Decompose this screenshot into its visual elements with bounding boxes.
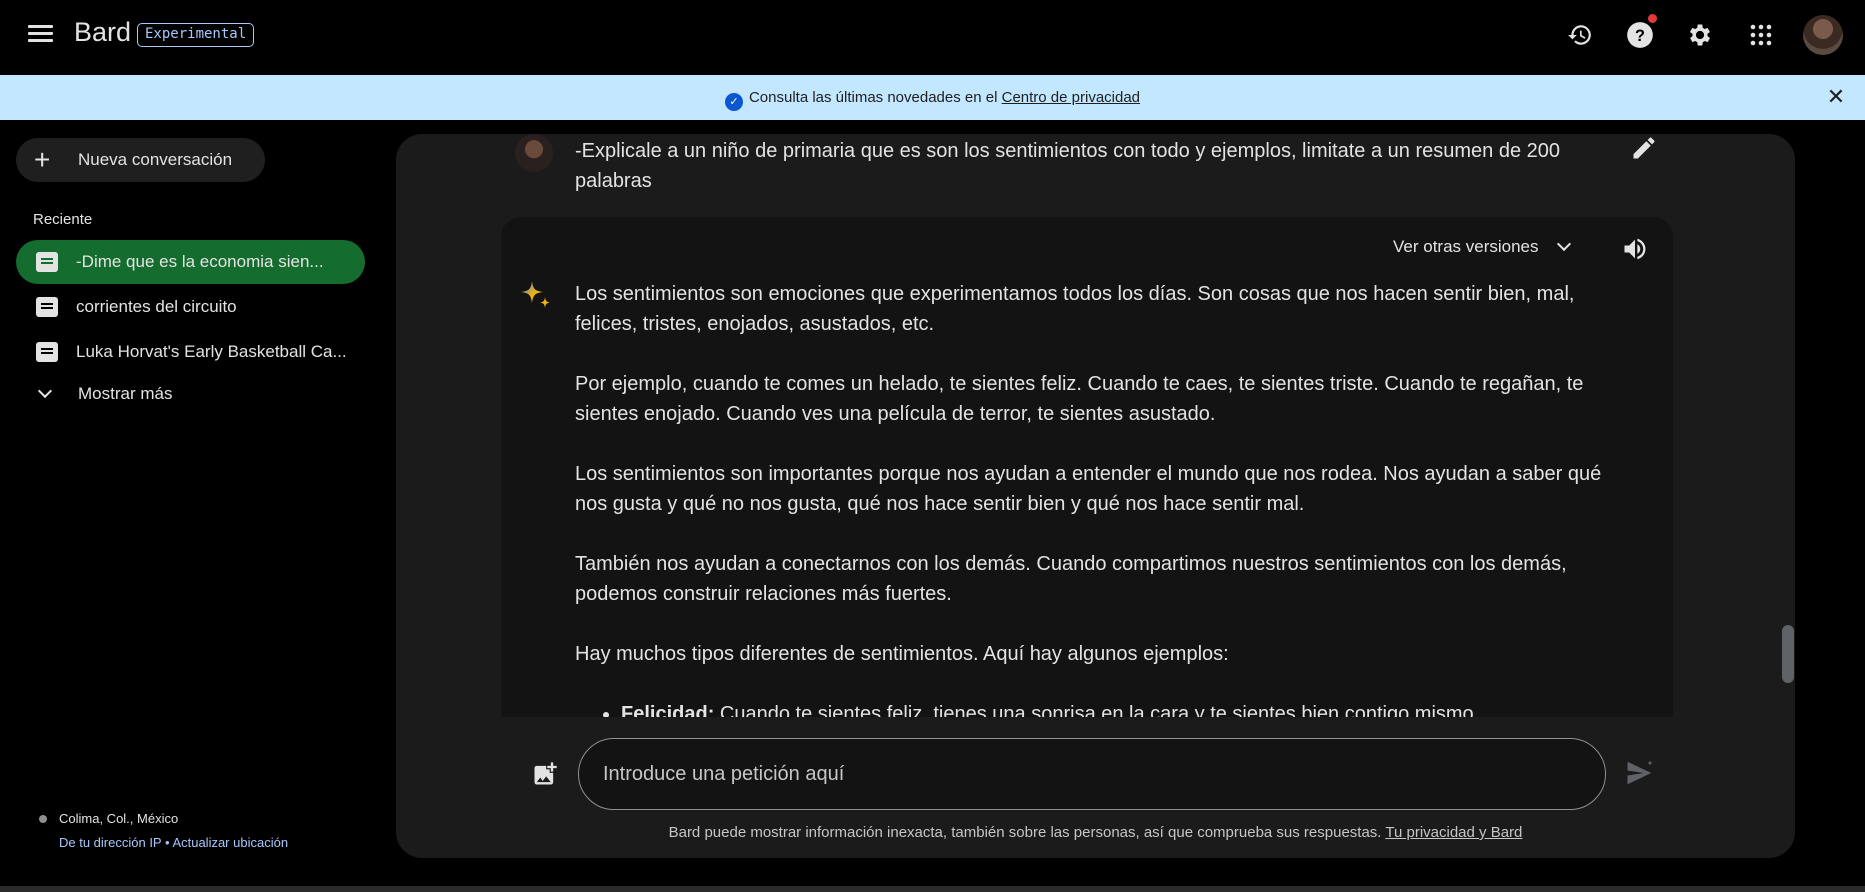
experimental-badge: Experimental [137, 23, 255, 47]
scrollbar-thumb[interactable] [1782, 625, 1794, 683]
new-conversation-label: Nueva conversación [78, 150, 233, 169]
add-image-icon[interactable] [531, 760, 561, 790]
location-name: Colima, Col., México [59, 811, 179, 826]
chat-panel: -Explicale a un niño de primaria que es … [396, 134, 1795, 858]
avatar[interactable] [1803, 15, 1843, 55]
help-icon[interactable]: ? [1621, 14, 1659, 54]
show-more-label: Mostrar más [78, 384, 173, 403]
update-location-link[interactable]: Actualizar ubicación [172, 835, 288, 850]
view-other-versions-label: Ver otras versiones [1393, 237, 1539, 256]
conversation-item[interactable]: -Dime que es la economia sien... [16, 240, 365, 284]
edit-icon[interactable] [1630, 134, 1660, 164]
user-avatar [515, 134, 553, 172]
conversation-title: -Dime que es la economia sien... [76, 252, 324, 271]
banner-text: Consulta las últimas novedades en el [748, 89, 1002, 106]
notification-dot [1648, 14, 1657, 23]
privacy-banner: ✓ Consulta las últimas novedades en el Ce… [0, 75, 1865, 120]
location-dot-icon [39, 815, 47, 823]
conversation-title: Luka Horvat's Early Basketball Ca... [76, 342, 347, 361]
verified-check-icon: ✓ [724, 93, 743, 111]
privacy-link[interactable]: Tu privacidad y Bard [1385, 824, 1522, 841]
ip-address-link[interactable]: De tu dirección IP [59, 835, 161, 850]
privacy-center-link[interactable]: Centro de privacidad [1002, 89, 1140, 106]
view-other-versions-button[interactable]: Ver otras versiones [1393, 236, 1571, 257]
app-title[interactable]: Bard [74, 17, 131, 48]
chat-bubble-icon [36, 297, 58, 317]
close-icon[interactable]: ✕ [1825, 86, 1847, 108]
sparkle-icon [519, 279, 553, 313]
response-paragraph: Hay muchos tipos diferentes de sentimien… [575, 643, 1229, 665]
apps-icon[interactable] [1742, 16, 1780, 54]
prompt-input[interactable] [578, 738, 1606, 810]
conversation-title: corrientes del circuito [76, 297, 237, 316]
speaker-icon[interactable] [1621, 235, 1651, 265]
menu-icon[interactable] [22, 21, 60, 49]
chat-bubble-icon [36, 252, 58, 272]
top-app-bar: Bard Experimental ? [0, 0, 1865, 75]
disclaimer: Bard puede mostrar información inexacta,… [396, 824, 1795, 841]
recent-heading: Reciente [33, 211, 93, 228]
list-term: Felicidad: [621, 703, 715, 717]
send-icon[interactable] [1625, 758, 1657, 790]
location-separator: • [161, 835, 173, 850]
response-paragraph: Los sentimientos son importantes porque … [575, 463, 1602, 515]
chevron-down-icon [37, 383, 53, 399]
plus-icon: + [34, 144, 51, 175]
settings-icon[interactable] [1681, 16, 1719, 54]
history-icon[interactable] [1561, 16, 1599, 54]
list-item: Felicidad: Cuando te sientes feliz, tien… [621, 699, 1635, 717]
user-prompt: -Explicale a un niño de primaria que es … [575, 140, 1560, 192]
response-card: Ver otras versiones Los sentimientos son… [501, 217, 1673, 717]
banner-message: ✓ Consulta las últimas novedades en el Ce… [0, 89, 1865, 111]
chevron-down-icon [1556, 236, 1571, 252]
response-list: Felicidad: Cuando te sientes feliz, tien… [575, 699, 1635, 717]
response-paragraph: Por ejemplo, cuando te comes un helado, … [575, 373, 1584, 425]
conversation-item[interactable]: corrientes del circuito [16, 285, 365, 329]
response-paragraph: Los sentimientos son emociones que exper… [575, 283, 1575, 335]
chat-bubble-icon [36, 342, 58, 362]
response-paragraph: También nos ayudan a conectarnos con los… [575, 553, 1567, 605]
new-conversation-button[interactable]: + Nueva conversación [16, 138, 265, 182]
show-more-button[interactable]: Mostrar más [37, 383, 173, 404]
window-bottom-edge [0, 886, 1865, 892]
disclaimer-text: Bard puede mostrar información inexacta,… [668, 824, 1386, 841]
svg-text:?: ? [1635, 27, 1645, 45]
list-text: Cuando te sientes feliz, tienes una sonr… [714, 703, 1480, 717]
response-text: Los sentimientos son emociones que exper… [575, 279, 1635, 717]
conversation-item[interactable]: Luka Horvat's Early Basketball Ca... [16, 330, 365, 374]
